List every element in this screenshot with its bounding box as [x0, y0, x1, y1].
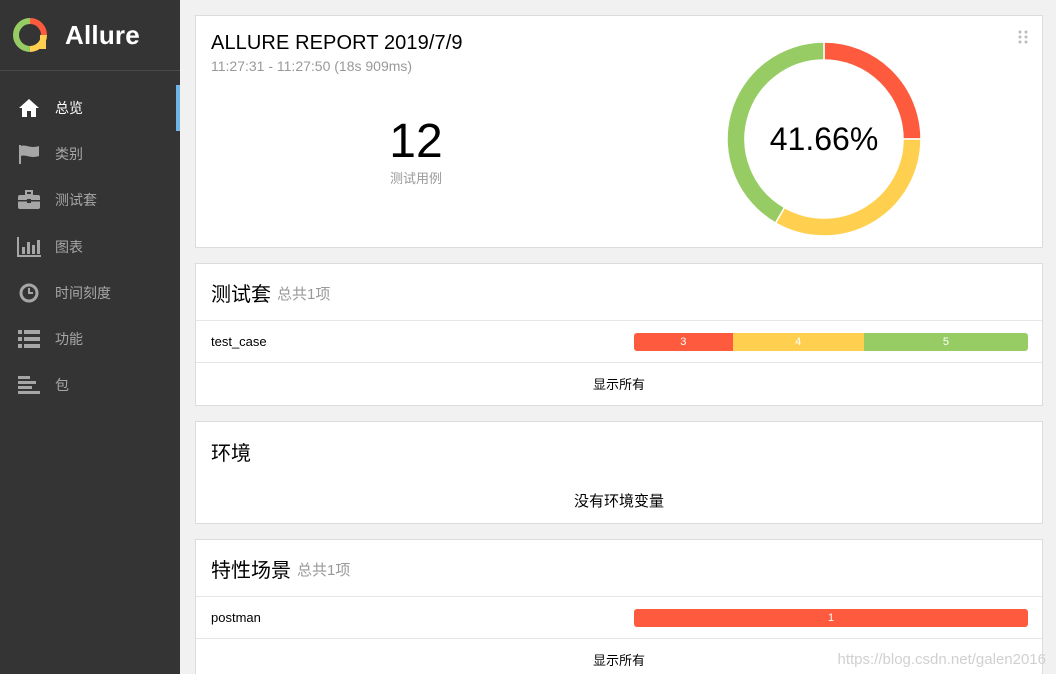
environment-widget: 环境 没有环境变量 — [195, 421, 1043, 524]
sidebar-item-label: 类别 — [55, 146, 83, 163]
list-icon — [17, 327, 41, 351]
status-bar: 1 — [634, 609, 1028, 627]
features-title: 特性场景 — [211, 559, 291, 582]
test-count-value: 12 — [389, 115, 443, 168]
status-bar-failed[interactable]: 1 — [634, 609, 1028, 627]
drag-handle-icon[interactable] — [1018, 30, 1028, 44]
features-header: 特性场景 总共1项 — [196, 540, 1042, 597]
status-bar-broken[interactable]: 4 — [732, 333, 864, 351]
summary-widget: ALLURE REPORT 2019/7/9 11:27:31 - 11:27:… — [195, 15, 1043, 248]
sidebar-item-graphs[interactable]: 图表 — [0, 224, 180, 270]
briefcase-icon — [17, 188, 41, 212]
table-row[interactable]: postman 1 — [196, 597, 1042, 639]
status-bar-failed[interactable]: 3 — [634, 333, 733, 351]
suites-count: 总共1项 — [277, 286, 331, 303]
allure-logo-icon — [13, 18, 47, 52]
watermark: https://blog.csdn.net/galen2016 — [837, 651, 1047, 668]
suites-title: 测试套 — [211, 283, 271, 306]
features-count: 总共1项 — [297, 562, 351, 579]
show-all-link[interactable]: 显示所有 — [196, 363, 1042, 403]
brand-name: Allure — [65, 19, 140, 50]
align-left-icon — [17, 373, 41, 397]
brand[interactable]: Allure — [0, 0, 180, 71]
table-row[interactable]: test_case 345 — [196, 321, 1042, 363]
sidebar-nav: 总览 类别 测试套 图表 时间刻度 功能 包 — [0, 71, 180, 408]
sidebar-item-categories[interactable]: 类别 — [0, 131, 180, 177]
flag-icon — [17, 142, 41, 166]
test-count-label: 测试用例 — [389, 171, 442, 186]
sidebar-item-label: 功能 — [55, 331, 83, 348]
suites-widget: 测试套 总共1项 test_case 345 显示所有 — [195, 263, 1043, 406]
sidebar-item-label: 测试套 — [55, 192, 97, 209]
environment-empty-message: 没有环境变量 — [573, 493, 664, 510]
sidebar-item-label: 包 — [55, 377, 69, 394]
sidebar-item-label: 时间刻度 — [55, 284, 111, 301]
suite-name: test_case — [211, 334, 267, 349]
environment-title: 环境 — [211, 442, 251, 465]
sidebar-item-label: 总览 — [55, 100, 83, 117]
status-bar: 345 — [634, 333, 1028, 351]
feature-name: postman — [211, 610, 261, 625]
environment-header: 环境 — [196, 422, 1042, 480]
bar-chart-icon — [17, 235, 41, 259]
report-title: ALLURE REPORT 2019/7/9 — [211, 32, 463, 54]
sidebar-item-packages[interactable]: 包 — [0, 362, 180, 408]
home-icon — [17, 96, 41, 120]
sidebar-item-suites[interactable]: 测试套 — [0, 177, 180, 223]
sidebar-item-overview[interactable]: 总览 — [0, 85, 180, 132]
sidebar-item-behaviors[interactable]: 功能 — [0, 316, 180, 362]
status-bar-passed[interactable]: 5 — [863, 333, 1028, 351]
suites-header: 测试套 总共1项 — [196, 264, 1042, 321]
test-count: 12 测试用例 — [346, 116, 486, 187]
clock-icon — [17, 281, 41, 305]
sidebar-item-label: 图表 — [55, 238, 83, 255]
sidebar-item-timeline[interactable]: 时间刻度 — [0, 270, 180, 316]
report-time: 11:27:31 - 11:27:50 (18s 909ms) — [211, 58, 413, 74]
sidebar: Allure 总览 类别 测试套 图表 时间刻度 功能 包 — [0, 0, 180, 674]
success-percent: 41.66% — [769, 120, 879, 157]
